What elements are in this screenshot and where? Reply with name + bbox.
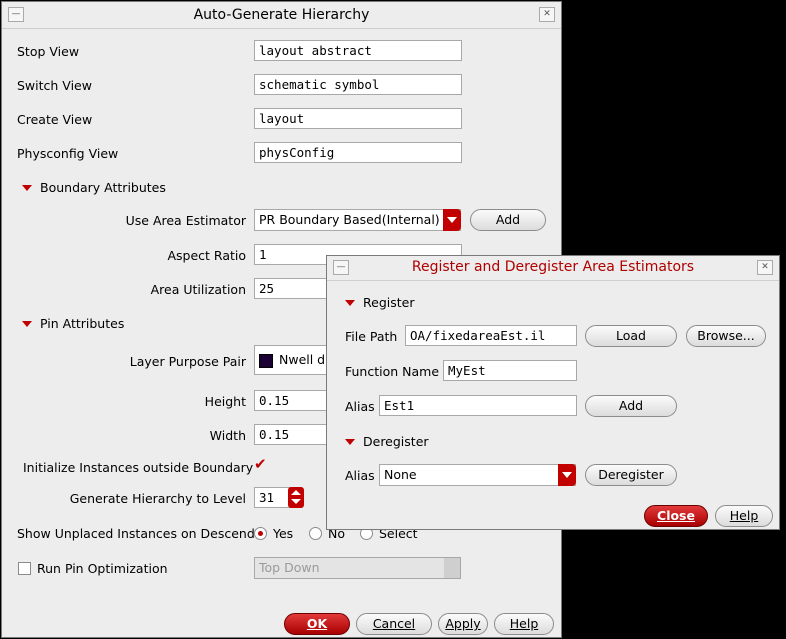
file-path-input[interactable]: OA/fixedareaEst.il [405, 325, 577, 346]
collapse-triangle-icon[interactable] [345, 438, 355, 445]
radio-yes[interactable] [254, 527, 267, 540]
stop-view-input[interactable]: layout abstract [254, 40, 462, 61]
alias-input[interactable]: Est1 [379, 395, 577, 416]
alias-label: Alias [345, 399, 375, 414]
collapse-triangle-icon[interactable] [22, 320, 32, 327]
height-label: Height [204, 394, 246, 409]
dialog-title: Auto-Generate Hierarchy [193, 7, 370, 23]
file-path-label: File Path [345, 329, 398, 344]
dereg-alias-label: Alias [345, 468, 375, 483]
radio-yes-label: Yes [273, 526, 294, 541]
boundary-attributes-section[interactable]: Boundary Attributes [22, 180, 166, 195]
close-button[interactable]: Close [644, 505, 708, 527]
register-area-estimators-dialog: — Register and Deregister Area Estimator… [326, 255, 780, 530]
add-estimator-button[interactable]: Add [470, 209, 546, 231]
add-button[interactable]: Add [585, 395, 677, 417]
pin-optimization-select: Top Down [254, 557, 461, 579]
ok-button[interactable]: OK [284, 613, 350, 635]
checkmark-icon: ✔ [254, 455, 267, 473]
area-estimator-label: Use Area Estimator [125, 213, 246, 228]
gen-level-input[interactable]: 31 [254, 487, 290, 508]
area-estimator-select[interactable]: PR Boundary Based(Internal) [254, 209, 461, 231]
show-unplaced-label: Show Unplaced Instances on Descend [17, 526, 255, 541]
pin-attributes-section[interactable]: Pin Attributes [22, 316, 124, 331]
area-estimator-value: PR Boundary Based(Internal) [259, 212, 440, 227]
function-name-label: Function Name [345, 364, 440, 379]
stop-view-label: Stop View [17, 44, 80, 59]
register-section-label: Register [363, 295, 415, 310]
dropdown-arrow-icon[interactable] [443, 209, 461, 231]
switch-view-input[interactable]: schematic symbol [254, 74, 462, 95]
cancel-button[interactable]: Cancel [356, 613, 432, 635]
aspect-ratio-label: Aspect Ratio [167, 248, 246, 263]
physconfig-view-label: Physconfig View [17, 146, 119, 161]
pin-optimization-value: Top Down [259, 560, 320, 575]
dropdown-arrow-icon [444, 558, 460, 578]
create-view-input[interactable]: layout [254, 108, 462, 129]
load-button[interactable]: Load [585, 325, 677, 347]
register-section[interactable]: Register [345, 295, 414, 310]
collapse-triangle-icon[interactable] [345, 299, 355, 306]
close-icon[interactable]: ✕ [539, 7, 555, 22]
gen-level-label: Generate Hierarchy to Level [69, 491, 246, 506]
pin-section-label: Pin Attributes [40, 316, 125, 331]
help-button[interactable]: Help [715, 505, 773, 527]
help-button[interactable]: Help [494, 613, 554, 635]
browse-button[interactable]: Browse... [686, 325, 766, 347]
dropdown-arrow-icon[interactable] [558, 464, 576, 486]
layer-purpose-label: Layer Purpose Pair [129, 354, 246, 369]
spinner-icon[interactable] [288, 487, 304, 508]
switch-view-label: Switch View [17, 78, 92, 93]
run-pin-optimization-checkbox[interactable] [18, 562, 31, 575]
close-icon[interactable]: ✕ [757, 260, 773, 275]
width-label: Width [209, 428, 246, 443]
physconfig-view-input[interactable]: physConfig [254, 142, 462, 163]
deregister-section[interactable]: Deregister [345, 434, 429, 449]
init-instances-checkbox[interactable]: ✔ [254, 455, 268, 473]
title-bar[interactable]: — Register and Deregister Area Estimator… [327, 256, 779, 281]
apply-button[interactable]: Apply [438, 613, 488, 635]
collapse-triangle-icon[interactable] [22, 184, 32, 191]
radio-no[interactable] [309, 527, 322, 540]
dereg-alias-value: None [384, 467, 417, 482]
boundary-section-label: Boundary Attributes [40, 180, 166, 195]
title-bar[interactable]: — Auto-Generate Hierarchy ✕ [2, 2, 561, 29]
area-utilization-label: Area Utilization [150, 282, 246, 297]
deregister-button[interactable]: Deregister [585, 464, 677, 486]
init-instances-label: Initialize Instances outside Boundary [23, 460, 254, 475]
dialog-title: Register and Deregister Area Estimators [411, 259, 695, 275]
layer-swatch-icon [259, 353, 273, 368]
deregister-section-label: Deregister [363, 434, 429, 449]
dereg-alias-select[interactable]: None [379, 464, 576, 486]
layer-purpose-value: Nwell d [279, 352, 326, 367]
run-pin-label: Run Pin Optimization [37, 561, 168, 576]
create-view-label: Create View [17, 112, 93, 127]
function-name-input[interactable]: MyEst [443, 360, 577, 381]
